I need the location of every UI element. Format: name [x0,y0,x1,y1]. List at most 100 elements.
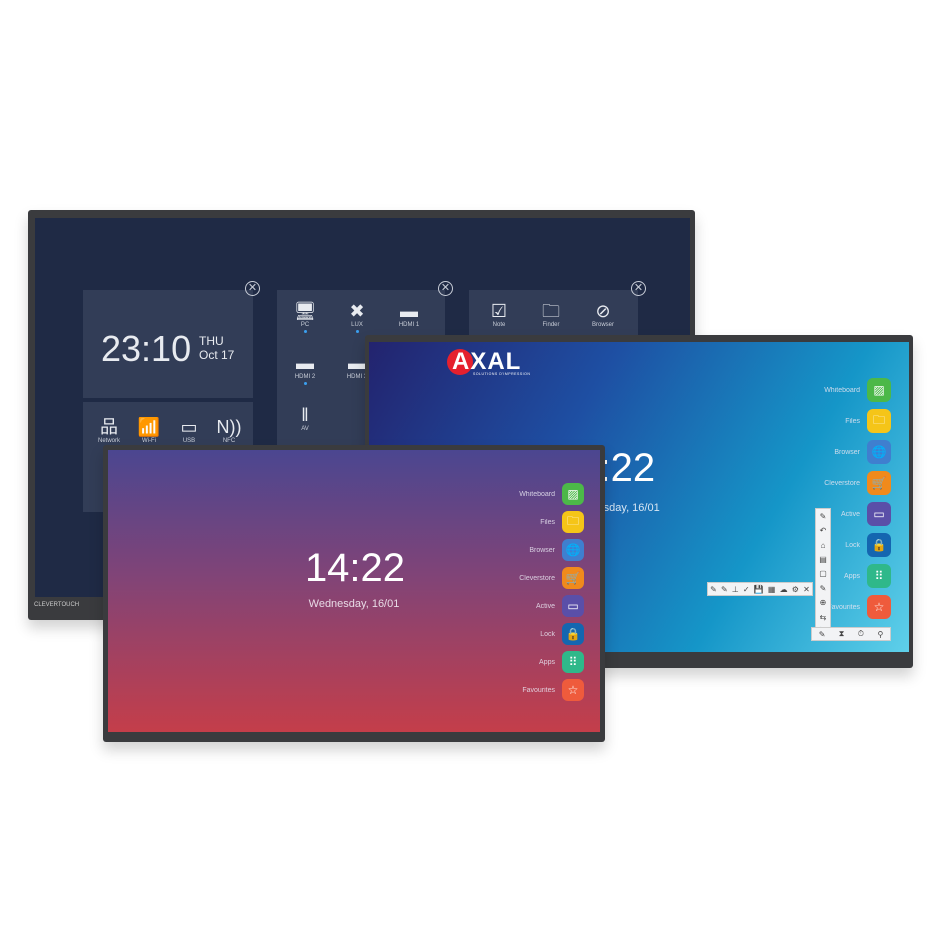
toolbar-tool-icon[interactable]: 💾 [754,585,764,594]
toolbar-tool-icon[interactable]: ⊕ [820,598,827,607]
toolbar-tool-icon[interactable]: ▦ [768,585,776,594]
dock-label: Apps [539,658,555,666]
source-item[interactable]: 🖥 PC [285,300,325,333]
dock-label: Files [845,417,860,425]
toolbar-tool-icon[interactable]: ▢ [819,569,827,578]
usb-icon: ▭ [180,417,198,437]
dock-item-active[interactable]: Active ▭ [841,502,891,526]
clock-time-text: 14:22 [304,546,406,590]
dock-label: Whiteboard [824,386,860,394]
source-icon: ▬ [400,301,418,321]
source-item[interactable]: ✖ LUX [337,300,377,333]
globe-icon: 🌐 [867,440,891,464]
clock-day: THU [199,334,224,348]
network-item[interactable]: N)) NFC [209,416,249,444]
network-item[interactable]: 品 Network [89,416,129,444]
toolbar-tool-icon[interactable]: ⚲ [877,630,883,639]
brand-label: CLEVERTOUCH [34,602,80,608]
dock-item-favourites[interactable]: Favourites ☆ [827,595,891,619]
toolbar-tool-icon[interactable]: ⌂ [821,541,826,550]
dock-item-whiteboard[interactable]: Whiteboard ▨ [519,483,584,505]
dock-item-lock[interactable]: Lock 🔒 [540,623,584,645]
logo-tagline: SOLUTIONS D'IMPRESSION [473,372,531,376]
dock-item-cleverstore[interactable]: Cleverstore 🛒 [824,471,891,495]
toolbar-tool-icon[interactable]: ✎ [721,585,728,594]
source-item[interactable]: ▬ HDMI 1 [389,300,429,328]
dock-label: Favourites [522,686,555,694]
annotation-toolbar: ✎ ✎ ⊥ ✓ 💾 ▦ ☁ ⚙ ✕ [707,582,813,596]
dock-label: Browser [834,448,860,456]
dock-item-favourites[interactable]: Favourites ☆ [522,679,584,701]
app-icon: 🗀 [542,301,560,321]
app-item[interactable]: 🗀 Finder [531,300,571,328]
app-dock: Whiteboard ▨ Files 🗀 Browser 🌐 Cleverstore 🛒 Act… [824,378,891,626]
dock-label: Browser [529,546,555,554]
source-icon: 🖥 [293,301,317,321]
window-icon: ▭ [867,502,891,526]
cart-icon: 🛒 [562,567,584,589]
dock-item-browser[interactable]: Browser 🌐 [834,440,891,464]
dock-label: Apps [844,572,860,580]
source-label: LUX [351,322,363,328]
active-indicator [303,382,307,385]
dock-item-files[interactable]: Files 🗀 [845,409,891,433]
toolbar-tool-icon[interactable]: ⧗ [839,629,845,639]
app-label: Note [492,322,506,328]
toolbar-tool-icon[interactable]: ↶ [820,526,827,535]
toolbar-tool-icon[interactable]: ⊥ [732,585,739,594]
app-label: Browser [591,322,614,328]
clock-date: Oct 17 [199,348,235,362]
globe-icon: 🌐 [562,539,584,561]
network-label: NFC [222,438,236,444]
clock-panel: 23:10 THU Oct 17 [83,290,253,398]
lock-icon: 🔒 [867,533,891,557]
folder-icon: 🗀 [867,409,891,433]
dock-label: Lock [845,541,860,549]
whiteboard-icon: ▨ [867,378,891,402]
dock-item-files[interactable]: Files 🗀 [540,511,584,533]
toolbar-tool-icon[interactable]: ✕ [803,585,810,594]
dock-item-cleverstore[interactable]: Cleverstore 🛒 [519,567,584,589]
close-icon[interactable]: ✕ [631,281,646,296]
close-icon[interactable]: ✕ [438,281,453,296]
source-item[interactable]: ▬ HDMI 2 [285,352,325,385]
toolbar-tool-icon[interactable]: ✎ [820,584,827,593]
wifi-icon: 📶 [137,417,161,437]
dock-label: Favourites [827,603,860,611]
dock-label: Active [840,510,860,518]
app-item[interactable]: ☑ Note [479,300,519,328]
close-icon[interactable]: ✕ [245,281,260,296]
dock-item-apps[interactable]: Apps ⠿ [539,651,584,673]
toolbar-tool-icon[interactable]: ✎ [820,512,827,521]
app-icon: ⊘ [595,301,611,321]
active-indicator [355,330,359,333]
network-icon: 品 [100,417,118,437]
dock-label: Whiteboard [519,490,555,498]
dock-item-lock[interactable]: Lock 🔒 [845,533,891,557]
dock-item-active[interactable]: Active ▭ [536,595,584,617]
dock-item-browser[interactable]: Browser 🌐 [529,539,584,561]
toolbar-tool-icon[interactable]: ⏱ [858,629,864,639]
dock-label: Cleverstore [519,574,555,582]
cart-icon: 🛒 [867,471,891,495]
source-item[interactable]: ‖ AV [285,404,325,432]
toolbar-tool-icon[interactable]: ▤ [819,555,827,564]
side-toolbar: ✎↶⌂▤▢✎⊕⇆🔧 [815,508,831,640]
app-item[interactable]: ⊘ Browser [583,300,623,328]
network-item[interactable]: ▭ USB [169,416,209,444]
toolbar-tool-icon[interactable]: ⚙ [792,585,799,594]
network-item[interactable]: 📶 Wi-Fi [129,416,169,444]
nfc-icon: N)) [216,417,242,437]
dock-item-whiteboard[interactable]: Whiteboard ▨ [824,378,891,402]
toolbar-tool-icon[interactable]: ✎ [710,585,717,594]
grid-icon: ⠿ [867,564,891,588]
source-label: PC [300,322,310,328]
toolbar-tool-icon[interactable]: ☁ [780,585,788,594]
toolbar-tool-icon[interactable]: ✎ [819,630,826,639]
toolbar-tool-icon[interactable]: ✓ [743,585,750,594]
toolbar-tool-icon[interactable]: ⇆ [820,613,827,622]
folder-icon: 🗀 [562,511,584,533]
source-label: HDMI 1 [398,322,420,328]
dock-item-apps[interactable]: Apps ⠿ [844,564,891,588]
source-label: AV [301,426,309,432]
